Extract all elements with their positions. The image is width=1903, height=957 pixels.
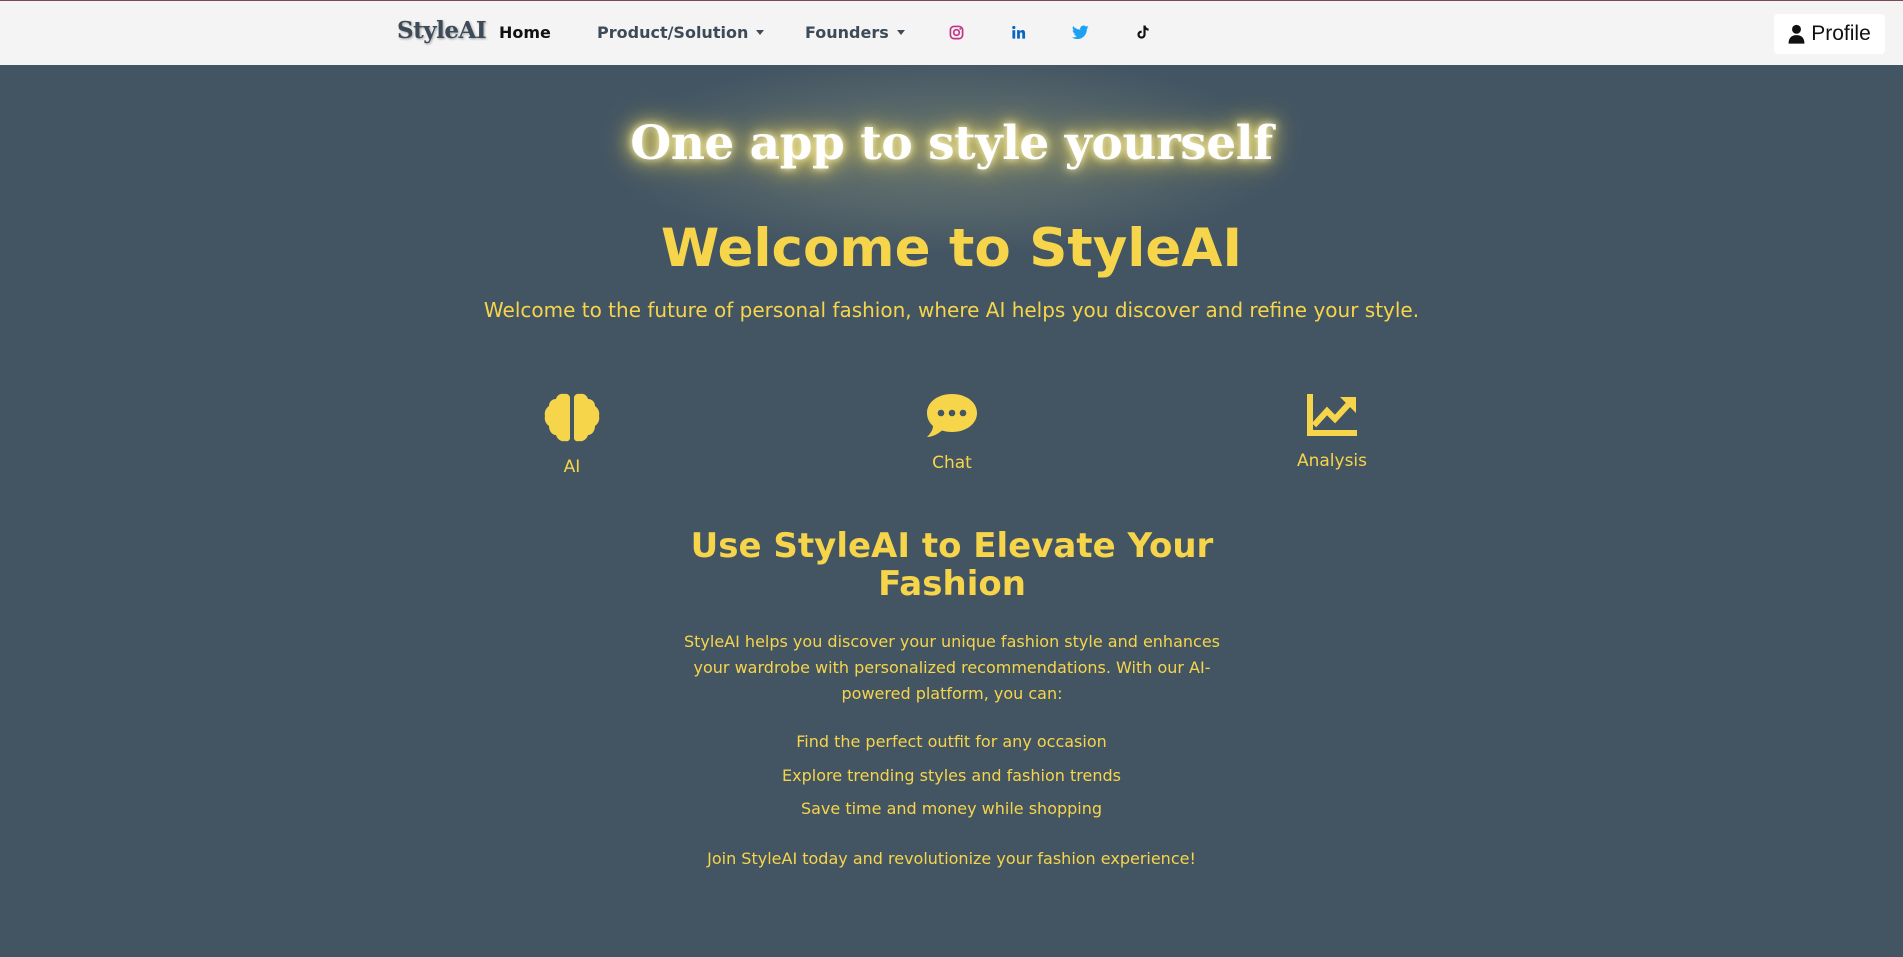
nav-product-dropdown[interactable]: Product/Solution	[597, 23, 765, 42]
feature-label: Chat	[932, 453, 972, 473]
benefit-item: Save time and money while shopping	[800, 799, 1103, 818]
feature-label: Analysis	[1296, 451, 1368, 471]
feature-chat: Chat	[882, 393, 1022, 473]
call-to-action: Join StyleAI today and revolutionize you…	[707, 849, 1196, 868]
caret-down-icon	[756, 30, 765, 35]
tiktok-icon[interactable]	[1133, 23, 1151, 41]
user-icon	[1788, 24, 1805, 44]
benefit-item: Explore trending styles and fashion tren…	[782, 766, 1121, 785]
nav-home-label: Home	[499, 23, 551, 42]
brand-logo[interactable]: StyleAI	[397, 17, 487, 44]
hero-subtitle: Welcome to the future of personal fashio…	[483, 298, 1420, 322]
instagram-icon[interactable]	[947, 23, 965, 41]
caret-down-icon	[896, 30, 905, 35]
chart-line-icon	[1307, 394, 1357, 436]
brain-icon	[544, 393, 600, 442]
feature-analysis: Analysis	[1262, 393, 1402, 471]
feature-label: AI	[563, 457, 581, 477]
benefit-item: Find the perfect outfit for any occasion	[796, 732, 1107, 751]
nav-founders-label: Founders	[805, 23, 889, 42]
linkedin-icon[interactable]	[1009, 23, 1027, 41]
nav-home[interactable]: Home	[499, 23, 551, 42]
profile-button[interactable]: Profile	[1774, 14, 1885, 54]
chat-bubble-icon	[927, 394, 977, 437]
section-text: StyleAI helps you discover your unique f…	[683, 632, 1220, 703]
welcome-heading: Welcome to StyleAI	[660, 218, 1243, 279]
twitter-icon[interactable]	[1071, 23, 1089, 41]
nav-founders-dropdown[interactable]: Founders	[805, 23, 905, 42]
hero-tagline: One app to style yourself	[630, 116, 1273, 171]
profile-label: Profile	[1811, 22, 1871, 45]
feature-ai: AI	[502, 393, 642, 477]
section-title: Use StyleAI to Elevate Your Fashion	[690, 526, 1214, 604]
nav-product-label: Product/Solution	[597, 23, 749, 42]
